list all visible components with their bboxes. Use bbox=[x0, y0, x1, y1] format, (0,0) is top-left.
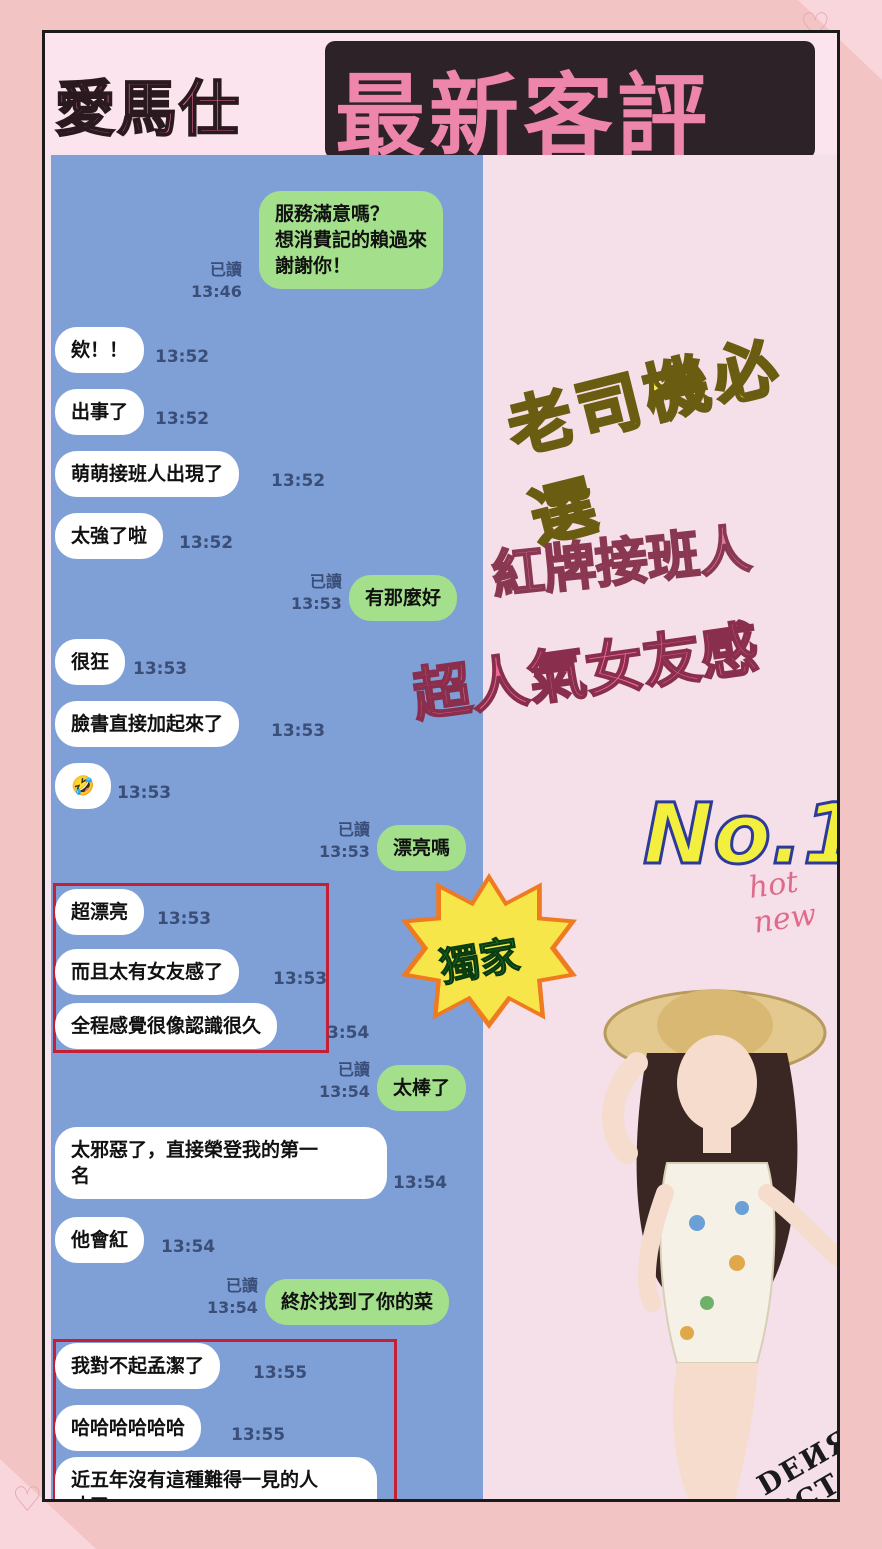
message-time: 13:54 bbox=[393, 1173, 448, 1193]
hot-new-label: hot new bbox=[746, 864, 819, 941]
read-receipt: 已讀 13:53 bbox=[319, 820, 370, 861]
message-bubble: 近五年沒有這種難得一見的人 才了 bbox=[55, 1457, 377, 1499]
message-time: 13:54 bbox=[161, 1237, 216, 1257]
message-bubble: 而且太有女友感了 bbox=[55, 949, 240, 995]
message-bubble: 哈哈哈哈哈哈 bbox=[55, 1405, 202, 1451]
poster-frame: 愛馬仕 最新客評 已讀 13:46 服務滿意嗎？ 想消費記的賴過來 謝謝你！ 欸！… bbox=[42, 30, 840, 1502]
read-receipt: 已讀 13:46 bbox=[191, 260, 242, 301]
message-time: 13:52 bbox=[155, 347, 210, 367]
brand-title: 愛馬仕 bbox=[54, 74, 241, 146]
message-time: 13:52 bbox=[155, 409, 210, 429]
message-bubble: 服務滿意嗎？ 想消費記的賴過來 謝謝你！ bbox=[259, 191, 444, 289]
message-bubble: 太強了啦 bbox=[55, 513, 164, 559]
read-receipt: 已讀 13:54 bbox=[319, 1060, 370, 1101]
message-bubble: 他會紅 bbox=[55, 1217, 145, 1263]
poster-header: 愛馬仕 最新客評 bbox=[45, 33, 837, 169]
message-time: 13:52 bbox=[179, 533, 234, 553]
message-bubble: 我對不起孟潔了 bbox=[55, 1343, 221, 1389]
message-bubble: 有那麼好 bbox=[349, 575, 458, 621]
message-bubble: 欸！！ bbox=[55, 327, 145, 373]
slogan-successor: 紅牌接班人 bbox=[488, 519, 755, 608]
message-time: 13:55 bbox=[231, 1425, 286, 1445]
message-time: 13:53 bbox=[117, 783, 172, 803]
chat-screenshot: 已讀 13:46 服務滿意嗎？ 想消費記的賴過來 謝謝你！ 欸！！ 13:52 出… bbox=[51, 155, 483, 1499]
heart-icon: ♡ bbox=[12, 1480, 43, 1520]
page-title: 最新客評 bbox=[335, 64, 711, 169]
message-bubble: 很狂 bbox=[55, 639, 126, 685]
message-bubble: 終於找到了你的菜 bbox=[265, 1279, 450, 1325]
message-bubble: 🤣 bbox=[55, 763, 111, 809]
message-time: 13:55 bbox=[253, 1363, 308, 1383]
message-bubble: 全程感覺很像認識很久 bbox=[55, 1003, 278, 1049]
message-bubble: 超漂亮 bbox=[55, 889, 145, 935]
message-bubble: 太邪惡了，直接榮登我的第一 名 bbox=[55, 1127, 387, 1199]
message-bubble: 臉書直接加起來了 bbox=[55, 701, 240, 747]
message-time: 13:53 bbox=[273, 969, 328, 989]
message-bubble: 太棒了 bbox=[377, 1065, 467, 1111]
message-time: 13:53 bbox=[157, 909, 212, 929]
message-bubble: 出事了 bbox=[55, 389, 145, 435]
message-bubble: 漂亮嗎 bbox=[377, 825, 467, 871]
message-time: 13:53 bbox=[133, 659, 188, 679]
model-photo bbox=[602, 989, 837, 1499]
message-time: 3:54 bbox=[327, 1023, 370, 1043]
message-time: 13:53 bbox=[271, 721, 326, 741]
read-receipt: 已讀 13:53 bbox=[291, 572, 342, 613]
message-time: 13:52 bbox=[271, 471, 326, 491]
message-bubble: 萌萌接班人出現了 bbox=[55, 451, 240, 497]
read-receipt: 已讀 13:54 bbox=[207, 1276, 258, 1317]
